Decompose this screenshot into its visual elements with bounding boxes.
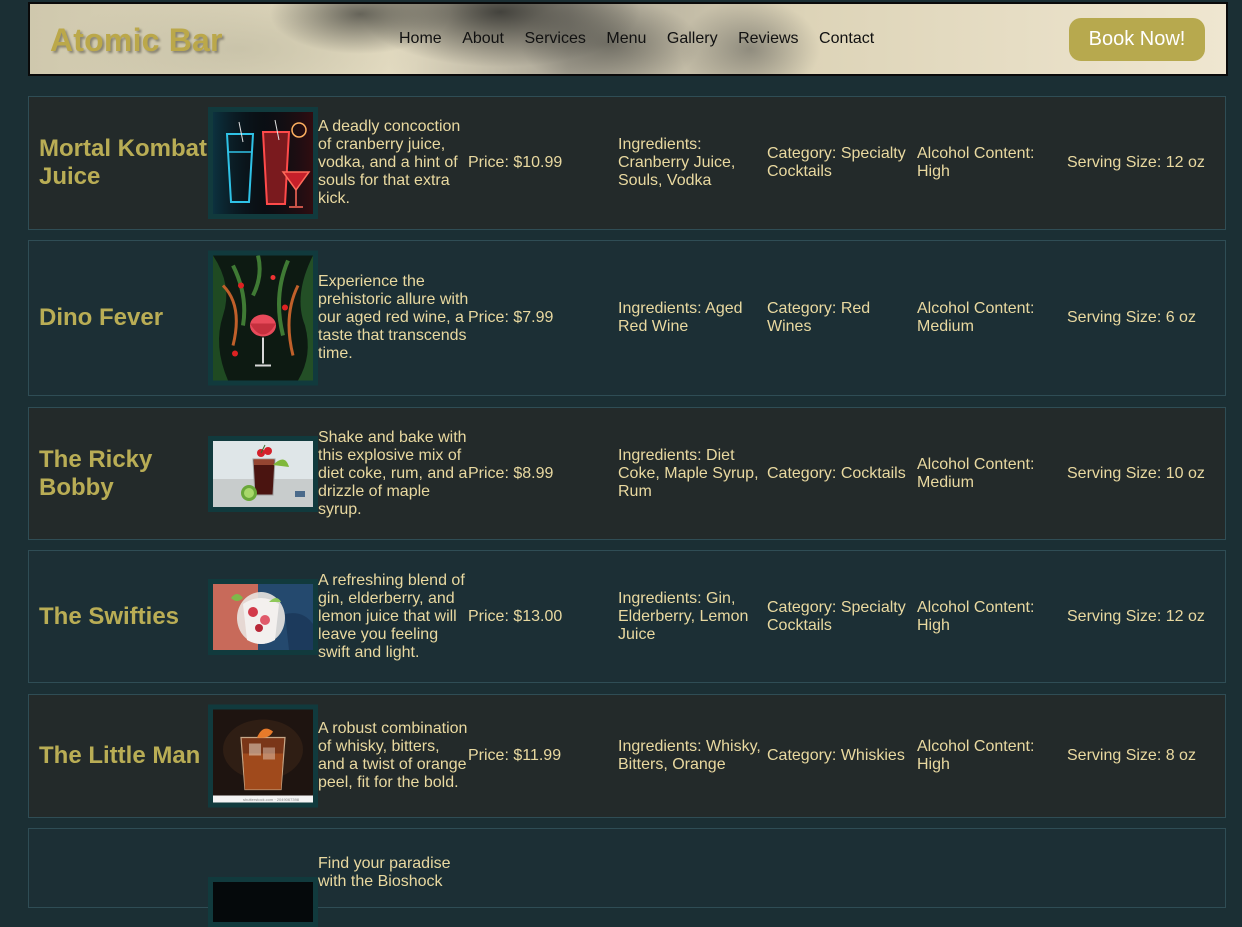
menu-item-row: The Ricky Bobby Shake and bake with this… — [28, 407, 1226, 540]
menu-item-row: Mortal Kombat Juice A deadly concoction … — [28, 96, 1226, 230]
logo[interactable]: Atomic Bar — [50, 22, 223, 59]
drink-image — [208, 435, 318, 512]
drink-ingredients: Ingredients: Diet Coke, Maple Syrup, Rum — [618, 446, 759, 500]
drink-alcohol-content: Alcohol Content: High — [917, 598, 1035, 634]
menu-item-row: Find your paradise with the Bioshock — [28, 828, 1226, 927]
drink-category: Category: Whiskies — [767, 747, 905, 764]
drink-name: The Swifties — [39, 602, 180, 630]
drink-serving-size: Serving Size: 12 oz — [1067, 154, 1205, 171]
drink-description: A deadly concoction of cranberry juice, … — [318, 118, 461, 207]
main-nav: Home About Services Menu Gallery Reviews… — [399, 30, 895, 48]
drink-name: Mortal Kombat Juice — [39, 135, 207, 190]
svg-text:shutterstock.com · 2049067398: shutterstock.com · 2049067398 — [243, 797, 300, 802]
drink-category: Category: Cocktails — [767, 464, 906, 482]
drink-category: Category: Red Wines — [767, 300, 871, 335]
drink-category: Category: Specialty Cocktails — [767, 145, 906, 180]
book-now-button[interactable]: Book Now! — [1069, 18, 1205, 61]
drink-name: The Ricky Bobby — [39, 445, 153, 501]
drink-alcohol-content: Alcohol Content: Medium — [917, 300, 1035, 335]
menu-item-row: The Swifties A refreshing blend of gin, … — [28, 550, 1226, 683]
site-header: Atomic Bar Home About Services Menu Gall… — [28, 2, 1228, 76]
drink-ingredients: Ingredients: Whisky, Bitters, Orange — [618, 738, 761, 773]
drink-price: Price: $8.99 — [468, 464, 554, 482]
drink-price: Price: $13.00 — [468, 607, 563, 625]
drink-alcohol-content: Alcohol Content: High — [917, 738, 1035, 773]
nav-about[interactable]: About — [462, 30, 504, 48]
nav-home[interactable]: Home — [399, 30, 442, 48]
drink-image — [208, 107, 318, 219]
drink-serving-size: Serving Size: 12 oz — [1067, 607, 1205, 625]
drink-description: A robust combination of whisky, bitters,… — [318, 720, 468, 791]
menu-item-row: The Little Man shutterstock.com · 204906… — [28, 694, 1226, 818]
drink-name: The Little Man — [39, 742, 201, 769]
drink-ingredients: Ingredients: Aged Red Wine — [618, 300, 743, 335]
drink-serving-size: Serving Size: 6 oz — [1067, 309, 1196, 326]
drink-image: shutterstock.com · 2049067398 — [208, 704, 318, 808]
nav-contact[interactable]: Contact — [819, 30, 874, 48]
drink-serving-size: Serving Size: 10 oz — [1067, 464, 1205, 482]
drink-serving-size: Serving Size: 8 oz — [1067, 747, 1196, 764]
menu-item-row: Dino Fever Experience the prehistoric al… — [28, 240, 1226, 396]
drink-image — [208, 877, 318, 927]
drink-alcohol-content: Alcohol Content: Medium — [917, 455, 1035, 491]
nav-menu[interactable]: Menu — [606, 30, 646, 48]
drink-description: Find your paradise with the Bioshock — [318, 855, 451, 890]
drink-ingredients: Ingredients: Cranberry Juice, Souls, Vod… — [618, 136, 736, 189]
drink-image — [208, 578, 318, 655]
nav-gallery[interactable]: Gallery — [667, 30, 718, 48]
nav-reviews[interactable]: Reviews — [738, 30, 798, 48]
drink-price: Price: $7.99 — [468, 309, 554, 326]
drink-image — [208, 250, 318, 386]
drink-ingredients: Ingredients: Gin, Elderberry, Lemon Juic… — [618, 589, 749, 643]
drink-name: Dino Fever — [39, 304, 164, 331]
drink-category: Category: Specialty Cocktails — [767, 598, 906, 634]
drink-price: Price: $10.99 — [468, 154, 563, 171]
drink-description: Experience the prehistoric allure with o… — [318, 273, 469, 362]
drink-price: Price: $11.99 — [468, 747, 562, 764]
drink-alcohol-content: Alcohol Content: High — [917, 145, 1035, 180]
nav-services[interactable]: Services — [525, 30, 586, 48]
drink-description: Shake and bake with this explosive mix o… — [318, 428, 468, 518]
drink-description: A refreshing blend of gin, elderberry, a… — [318, 571, 465, 661]
